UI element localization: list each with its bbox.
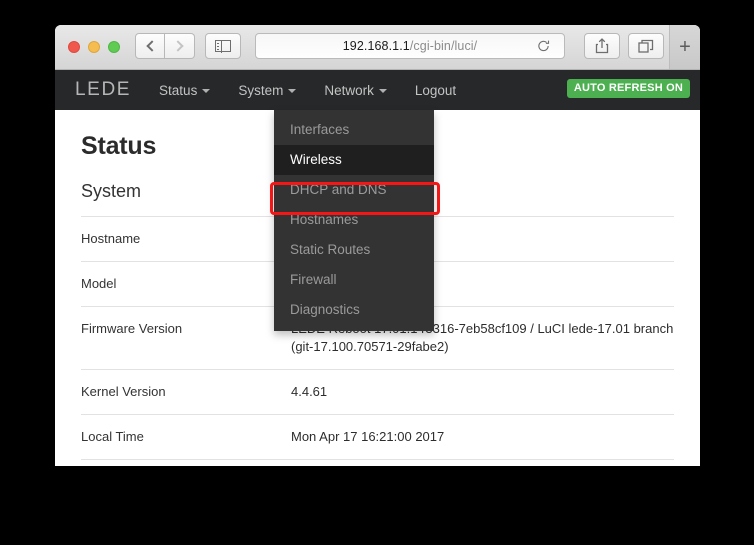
table-row: Local Time Mon Apr 17 16:21:00 2017 xyxy=(81,414,674,460)
luci-navbar: LEDE Status System Network Logout AUTO R… xyxy=(55,70,700,110)
row-label: Hostname xyxy=(81,216,291,262)
menu-item-static-routes[interactable]: Static Routes xyxy=(274,235,434,265)
back-button[interactable] xyxy=(135,33,165,59)
menu-item-firewall[interactable]: Firewall xyxy=(274,265,434,295)
forward-button[interactable] xyxy=(165,33,195,59)
network-dropdown-menu: Interfaces Wireless DHCP and DNS Hostnam… xyxy=(274,110,434,331)
url-text: 192.168.1.1/cgi-bin/luci/ xyxy=(343,39,478,53)
row-label: Uptime xyxy=(81,459,291,466)
toolbar-right-buttons xyxy=(584,33,664,59)
chevron-down-icon xyxy=(202,88,211,93)
close-window-button[interactable] xyxy=(68,41,80,53)
desktop-background: 192.168.1.1/cgi-bin/luci/ + LEDE Status … xyxy=(0,0,754,545)
url-path: /cgi-bin/luci/ xyxy=(409,39,478,53)
row-label: Firmware Version xyxy=(81,306,291,370)
sidebar-toggle-button[interactable] xyxy=(205,33,241,59)
forward-chevron-icon xyxy=(172,40,184,52)
nav-item-status-label: Status xyxy=(159,82,198,98)
luci-page: LEDE Status System Network Logout AUTO R… xyxy=(55,70,700,466)
menu-item-hostnames[interactable]: Hostnames xyxy=(274,205,434,235)
url-host: 192.168.1.1 xyxy=(342,39,410,53)
table-row: Kernel Version 4.4.61 xyxy=(81,369,674,415)
menu-item-wireless[interactable]: Wireless xyxy=(274,145,434,175)
nav-item-system[interactable]: System xyxy=(224,83,310,98)
lede-logo[interactable]: LEDE xyxy=(61,79,145,101)
nav-item-network-label: Network xyxy=(324,82,374,98)
maximize-window-button[interactable] xyxy=(108,41,120,53)
auto-refresh-badge[interactable]: AUTO REFRESH ON xyxy=(566,79,690,98)
chevron-down-icon xyxy=(378,88,387,93)
chevron-down-icon xyxy=(288,88,297,93)
show-tabs-icon xyxy=(638,39,654,53)
row-value: 0h 5m 15s xyxy=(291,459,674,466)
browser-window: 192.168.1.1/cgi-bin/luci/ + LEDE Status … xyxy=(55,25,700,466)
reload-icon[interactable] xyxy=(537,40,550,53)
nav-item-system-label: System xyxy=(238,82,284,98)
row-value: 4.4.61 xyxy=(291,369,674,415)
row-label: Model xyxy=(81,261,291,307)
new-tab-button[interactable]: + xyxy=(669,25,700,69)
table-row: Uptime 0h 5m 15s xyxy=(81,459,674,466)
row-value: Mon Apr 17 16:21:00 2017 xyxy=(291,414,674,460)
share-icon xyxy=(595,38,609,54)
back-chevron-icon xyxy=(145,40,158,52)
menu-item-dhcp-and-dns[interactable]: DHCP and DNS xyxy=(274,175,434,205)
nav-item-network[interactable]: Network xyxy=(310,83,401,98)
sidebar-toggle-icon xyxy=(215,39,231,53)
row-label: Kernel Version xyxy=(81,369,291,415)
nav-item-status[interactable]: Status xyxy=(145,83,224,98)
show-tabs-button[interactable] xyxy=(628,33,664,59)
menu-item-interfaces[interactable]: Interfaces xyxy=(274,115,434,145)
row-label: Local Time xyxy=(81,414,291,460)
nav-item-logout[interactable]: Logout xyxy=(401,83,470,98)
browser-toolbar: 192.168.1.1/cgi-bin/luci/ + xyxy=(55,25,700,70)
minimize-window-button[interactable] xyxy=(88,41,100,53)
window-controls xyxy=(68,41,120,53)
address-bar[interactable]: 192.168.1.1/cgi-bin/luci/ xyxy=(255,33,565,59)
menu-item-diagnostics[interactable]: Diagnostics xyxy=(274,295,434,325)
share-button[interactable] xyxy=(584,33,620,59)
navigation-buttons xyxy=(135,33,195,59)
